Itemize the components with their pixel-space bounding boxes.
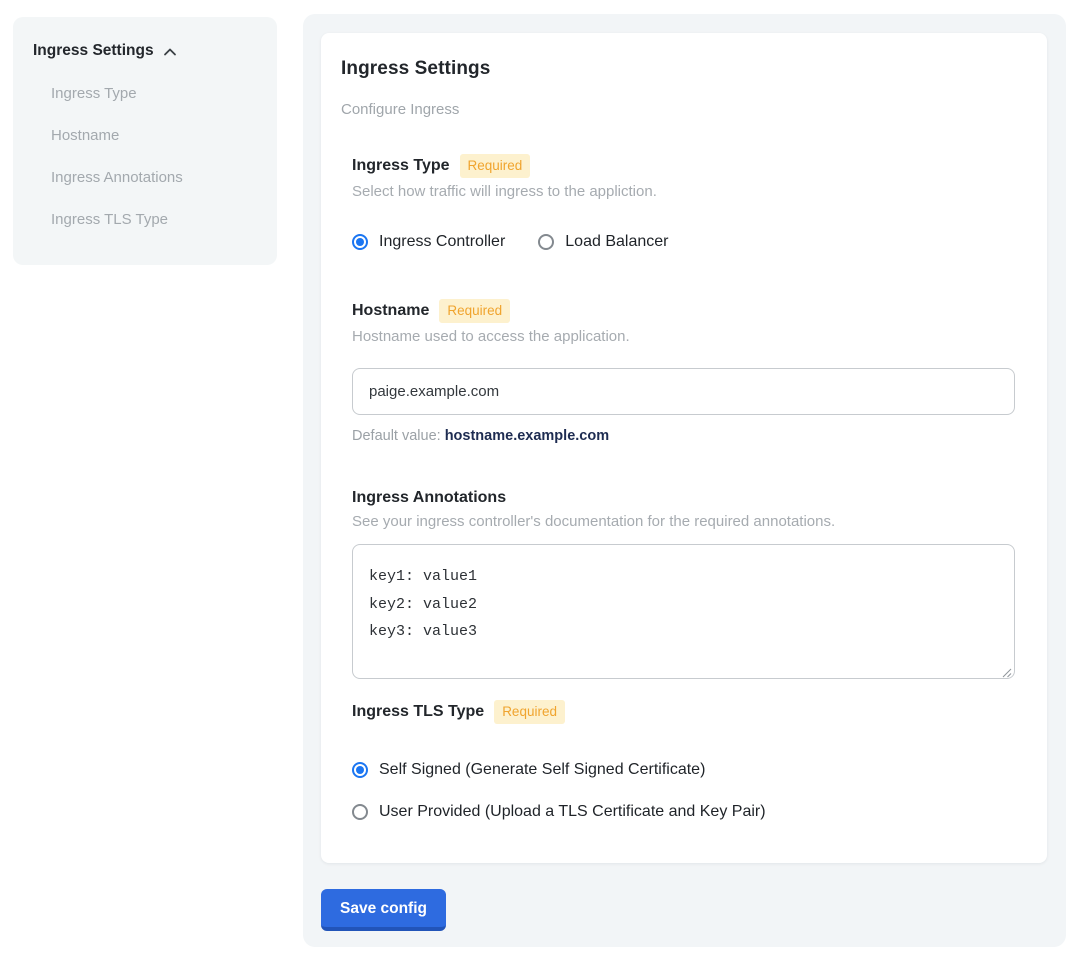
default-value-label: Default value: — [352, 428, 445, 444]
save-config-button[interactable]: Save config — [321, 889, 446, 931]
required-badge: Required — [494, 700, 565, 724]
section-ingress-tls-type: Ingress TLS Type Required Self Signed (G… — [352, 700, 1027, 822]
textarea-resize-handle-icon[interactable] — [1001, 665, 1012, 676]
radio-ingress-controller[interactable]: Ingress Controller — [352, 232, 505, 252]
sidebar-section-ingress-settings[interactable]: Ingress Settings — [33, 42, 257, 60]
hostname-input[interactable] — [352, 368, 1015, 415]
radio-self-signed-label: Self Signed (Generate Self Signed Certif… — [379, 760, 705, 780]
radio-selected-icon[interactable] — [352, 234, 368, 250]
radio-unselected-icon[interactable] — [538, 234, 554, 250]
radio-self-signed[interactable]: Self Signed (Generate Self Signed Certif… — [352, 760, 1027, 780]
ingress-type-description: Select how traffic will ingress to the a… — [352, 182, 1027, 201]
sidebar-section-label: Ingress Settings — [33, 42, 154, 60]
required-badge: Required — [439, 299, 510, 323]
hostname-description: Hostname used to access the application. — [352, 327, 1027, 346]
ingress-annotations-description: See your ingress controller's documentat… — [352, 512, 1027, 531]
ingress-annotations-label: Ingress Annotations — [352, 488, 506, 508]
radio-load-balancer-label: Load Balancer — [565, 232, 668, 252]
radio-user-provided-label: User Provided (Upload a TLS Certificate … — [379, 802, 766, 822]
ingress-annotations-textarea[interactable]: key1: value1 key2: value2 key3: value3 — [352, 544, 1015, 679]
sidebar-item-ingress-annotations[interactable]: Ingress Annotations — [33, 169, 257, 186]
chevron-up-icon — [162, 44, 178, 60]
page-title: Ingress Settings — [341, 58, 1027, 80]
sidebar-item-hostname[interactable]: Hostname — [33, 127, 257, 144]
radio-load-balancer[interactable]: Load Balancer — [538, 232, 668, 252]
radio-ingress-controller-label: Ingress Controller — [379, 232, 505, 252]
hostname-default-line: Default value: hostname.example.com — [352, 428, 1027, 444]
ingress-settings-panel: Ingress Settings Configure Ingress Ingre… — [303, 14, 1066, 947]
sidebar-item-ingress-tls-type[interactable]: Ingress TLS Type — [33, 211, 257, 228]
radio-user-provided[interactable]: User Provided (Upload a TLS Certificate … — [352, 802, 1027, 822]
section-hostname: Hostname Required Hostname used to acces… — [352, 299, 1027, 444]
ingress-type-label: Ingress Type — [352, 156, 450, 176]
ingress-settings-card: Ingress Settings Configure Ingress Ingre… — [321, 33, 1047, 863]
section-ingress-type: Ingress Type Required Select how traffic… — [352, 154, 1027, 252]
section-ingress-annotations: Ingress Annotations See your ingress con… — [352, 488, 1027, 679]
sidebar-item-ingress-type[interactable]: Ingress Type — [33, 85, 257, 102]
settings-sidebar: Ingress Settings Ingress Type Hostname I… — [13, 17, 277, 265]
sidebar-nav-list: Ingress Type Hostname Ingress Annotation… — [33, 85, 257, 228]
radio-selected-icon[interactable] — [352, 762, 368, 778]
radio-unselected-icon[interactable] — [352, 804, 368, 820]
ingress-tls-type-label: Ingress TLS Type — [352, 702, 484, 722]
hostname-label: Hostname — [352, 301, 429, 321]
default-value-text: hostname.example.com — [445, 428, 609, 444]
ingress-type-radio-group: Ingress Controller Load Balancer — [352, 232, 1027, 252]
required-badge: Required — [460, 154, 531, 178]
page-subtitle: Configure Ingress — [341, 101, 1027, 118]
